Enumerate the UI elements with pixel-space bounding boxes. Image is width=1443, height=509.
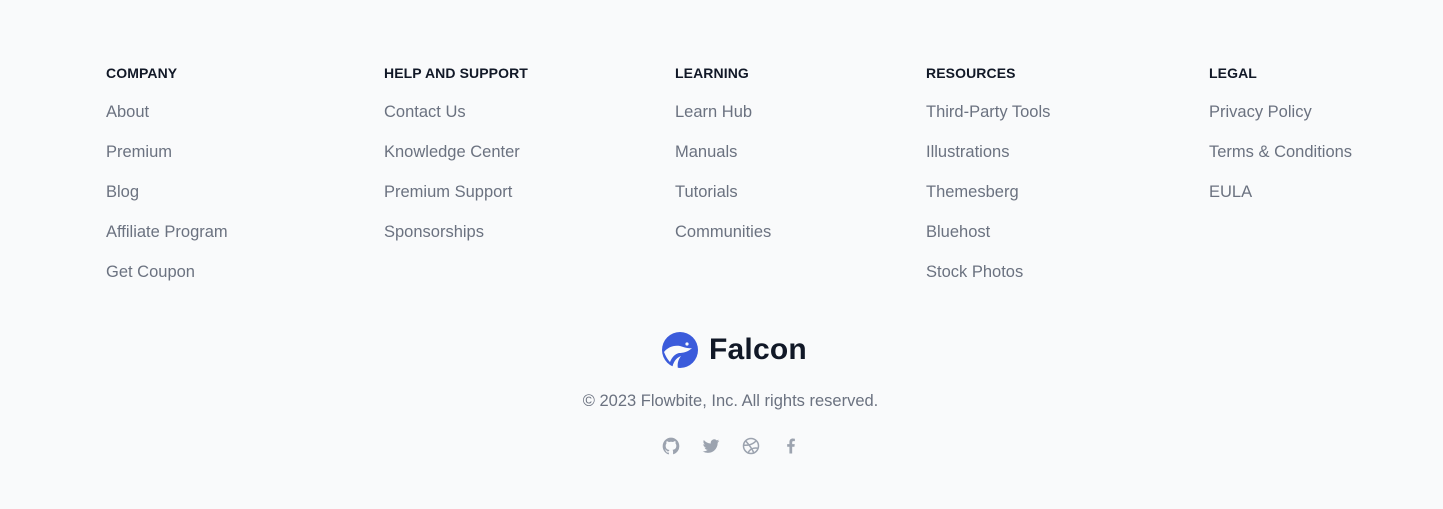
list-item: EULA	[1209, 181, 1352, 221]
footer-column-resources: RESOURCES Third-Party Tools Illustration…	[926, 64, 1050, 301]
list-item: Bluehost	[926, 221, 1050, 261]
list-item: Third-Party Tools	[926, 101, 1050, 141]
list-item: Premium Support	[384, 181, 528, 221]
twitter-icon	[702, 439, 720, 453]
list-item: Blog	[106, 181, 228, 221]
site-footer: COMPANY About Premium Blog Affiliate Pro…	[0, 0, 1443, 509]
list-item: Tutorials	[675, 181, 771, 221]
footer-link-stock-photos[interactable]: Stock Photos	[926, 263, 1023, 281]
footer-link-third-party-tools[interactable]: Third-Party Tools	[926, 103, 1050, 121]
footer-column-help-and-support: HELP AND SUPPORT Contact Us Knowledge Ce…	[384, 64, 528, 261]
list-item: Communities	[675, 221, 771, 261]
list-item: Affiliate Program	[106, 221, 228, 261]
github-icon	[662, 437, 680, 455]
footer-link-tutorials[interactable]: Tutorials	[675, 183, 738, 201]
list-item: Themesberg	[926, 181, 1050, 221]
footer-link-illustrations[interactable]: Illustrations	[926, 143, 1009, 161]
facebook-link[interactable]	[781, 436, 801, 456]
copyright-text: © 2023 Flowbite, Inc. All rights reserve…	[582, 392, 879, 410]
list-item: Manuals	[675, 141, 771, 181]
footer-link-knowledge-center[interactable]: Knowledge Center	[384, 143, 520, 161]
footer-link-privacy-policy[interactable]: Privacy Policy	[1209, 103, 1312, 121]
column-heading: RESOURCES	[926, 65, 1016, 81]
list-item: Learn Hub	[675, 101, 771, 141]
list-item: Sponsorships	[384, 221, 528, 261]
link-list: Contact Us Knowledge Center Premium Supp…	[384, 101, 528, 261]
footer-column-company: COMPANY About Premium Blog Affiliate Pro…	[106, 64, 228, 301]
footer-link-manuals[interactable]: Manuals	[675, 143, 737, 161]
footer-link-premium[interactable]: Premium	[106, 143, 172, 161]
link-list: Privacy Policy Terms & Conditions EULA	[1209, 101, 1352, 221]
dribbble-link[interactable]	[741, 436, 761, 456]
brand-name: Falcon	[709, 333, 807, 366]
column-heading: HELP AND SUPPORT	[384, 65, 528, 81]
list-item: Illustrations	[926, 141, 1050, 181]
list-item: About	[106, 101, 228, 141]
footer-link-contact-us[interactable]: Contact Us	[384, 103, 466, 121]
footer-link-blog[interactable]: Blog	[106, 183, 139, 201]
column-heading: COMPANY	[106, 65, 178, 81]
dribbble-icon	[742, 437, 760, 455]
footer-link-premium-support[interactable]: Premium Support	[384, 183, 512, 201]
footer-link-affiliate-program[interactable]: Affiliate Program	[106, 223, 228, 241]
list-item: Privacy Policy	[1209, 101, 1352, 141]
footer-column-legal: LEGAL Privacy Policy Terms & Conditions …	[1209, 64, 1352, 221]
footer-link-themesberg[interactable]: Themesberg	[926, 183, 1019, 201]
footer-link-sponsorships[interactable]: Sponsorships	[384, 223, 484, 241]
github-link[interactable]	[661, 436, 681, 456]
list-item: Stock Photos	[926, 261, 1050, 301]
footer-column-learning: LEARNING Learn Hub Manuals Tutorials Com…	[675, 64, 771, 261]
list-item: Get Coupon	[106, 261, 228, 301]
footer-link-get-coupon[interactable]: Get Coupon	[106, 263, 195, 281]
footer-link-about[interactable]: About	[106, 103, 149, 121]
list-item: Terms & Conditions	[1209, 141, 1352, 181]
footer-link-communities[interactable]: Communities	[675, 223, 771, 241]
link-list: Learn Hub Manuals Tutorials Communities	[675, 101, 771, 261]
link-list: About Premium Blog Affiliate Program Get…	[106, 101, 228, 301]
footer-link-terms-and-conditions[interactable]: Terms & Conditions	[1209, 143, 1352, 161]
list-item: Premium	[106, 141, 228, 181]
twitter-link[interactable]	[701, 436, 721, 456]
link-list: Third-Party Tools Illustrations Themesbe…	[926, 101, 1050, 301]
column-heading: LEGAL	[1209, 65, 1257, 81]
footer-link-eula[interactable]: EULA	[1209, 183, 1252, 201]
social-links	[661, 436, 801, 456]
list-item: Knowledge Center	[384, 141, 528, 181]
brand-home-link[interactable]: Falcon	[661, 331, 807, 369]
falcon-logo-icon	[662, 332, 698, 369]
footer-link-bluehost[interactable]: Bluehost	[926, 223, 990, 241]
facebook-icon	[787, 438, 795, 454]
list-item: Contact Us	[384, 101, 528, 141]
footer-link-learn-hub[interactable]: Learn Hub	[675, 103, 752, 121]
column-heading: LEARNING	[675, 65, 749, 81]
